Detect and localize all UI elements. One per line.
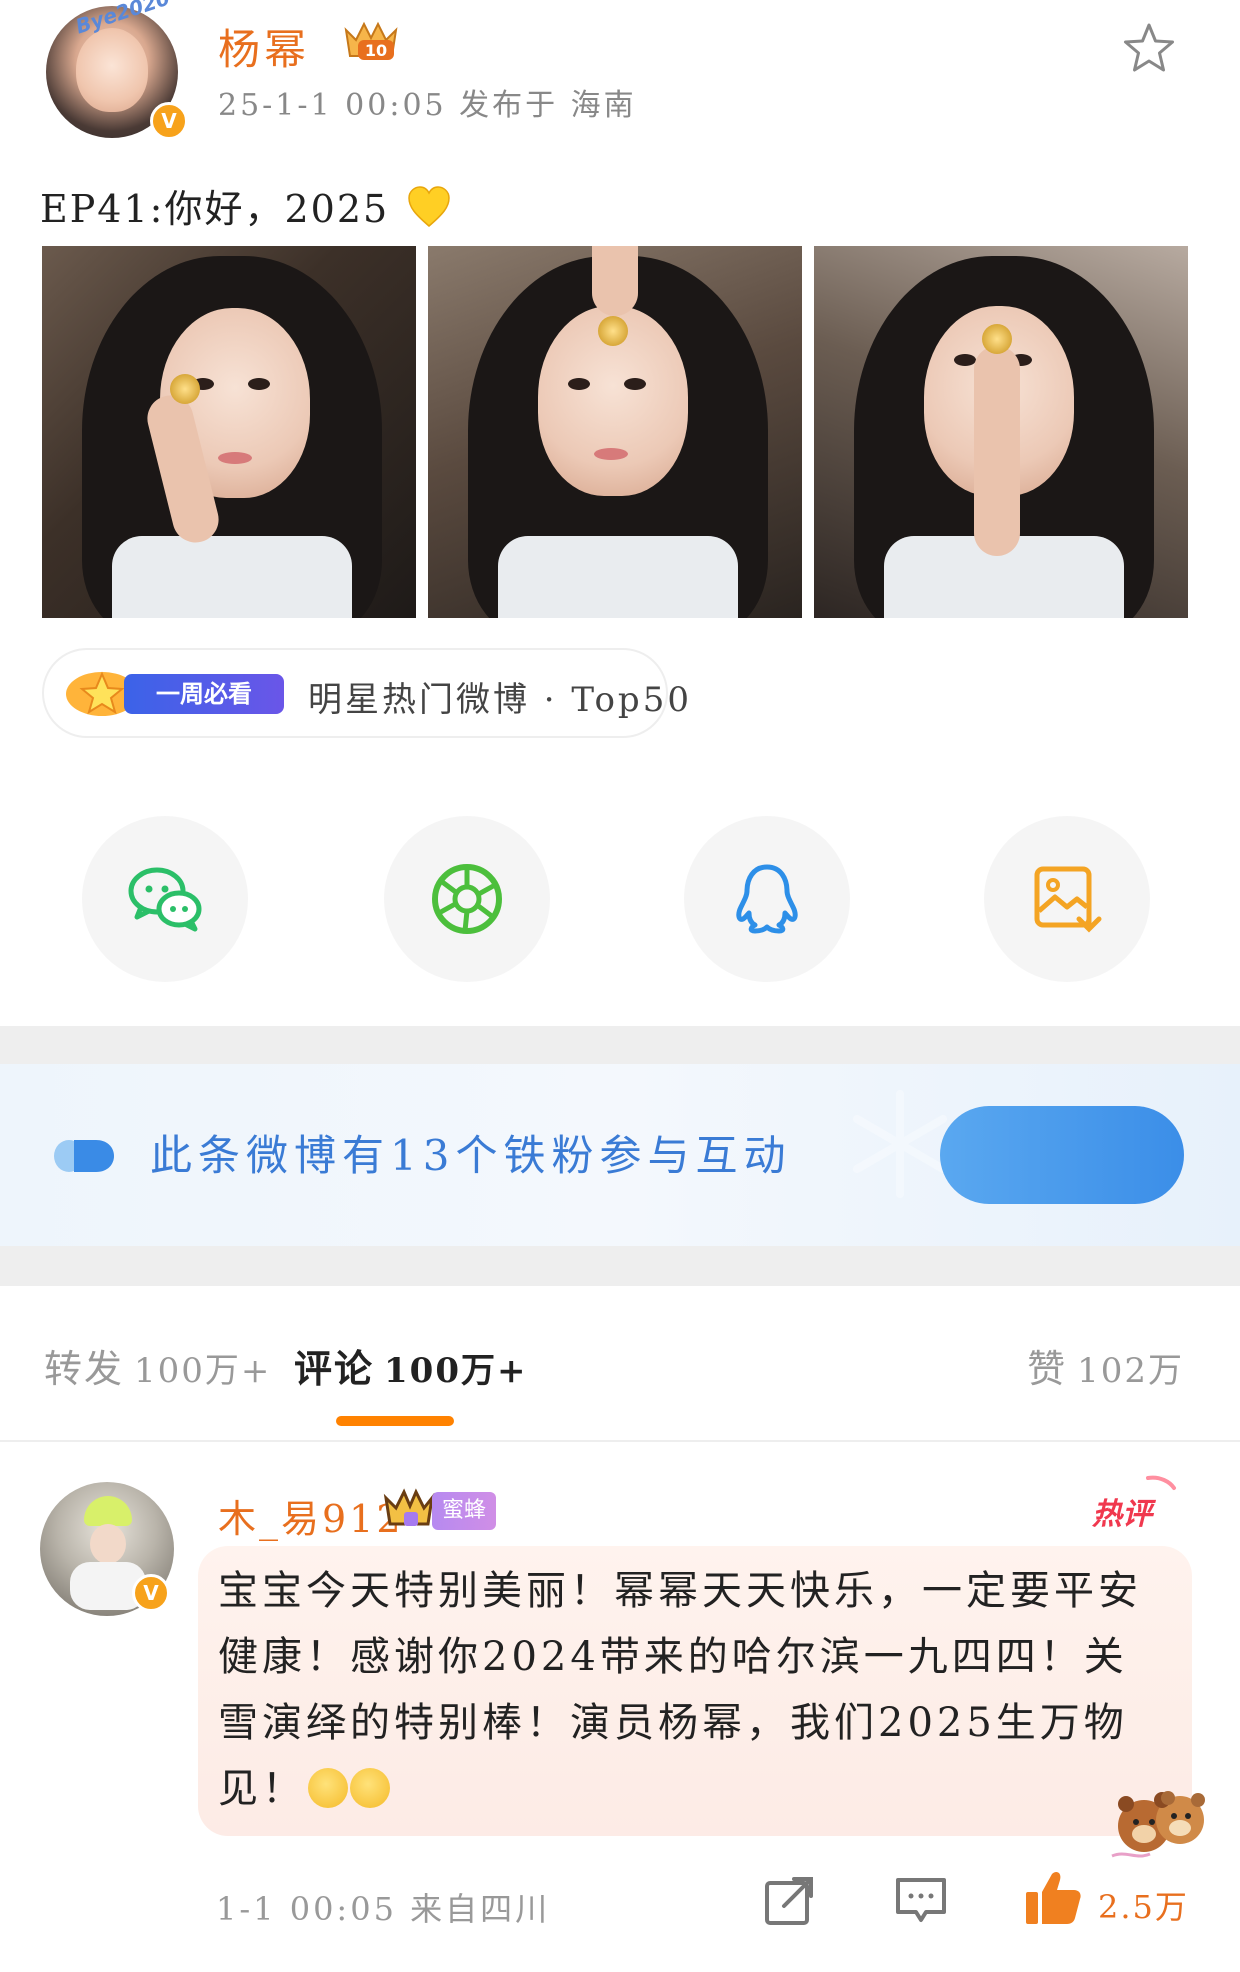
verified-badge-icon: V bbox=[132, 1574, 170, 1612]
photo-dress bbox=[112, 536, 352, 618]
hot-comment-tag: 热评 bbox=[1091, 1475, 1176, 1532]
tab-comment-label: 评论 bbox=[294, 1346, 375, 1391]
section-divider bbox=[0, 1246, 1240, 1286]
weekly-must-see-badge: 一周必看 bbox=[66, 671, 284, 716]
svg-text:热评: 热评 bbox=[1091, 1497, 1157, 1532]
photo-hand bbox=[974, 346, 1020, 556]
iron-fans-text: 此条微博有13个铁粉参与互动 bbox=[150, 1131, 792, 1180]
tab-repost-label: 转发 bbox=[44, 1347, 125, 1391]
avatar-face bbox=[90, 1524, 126, 1564]
hot-ranking-pill[interactable]: 一周必看 明星热门微博 · Top50 bbox=[42, 648, 689, 738]
fan-group-badge: 蜜蜂 bbox=[432, 1492, 497, 1530]
tab-like[interactable]: 赞 102万 bbox=[1027, 1338, 1184, 1393]
active-tab-indicator bbox=[336, 1416, 454, 1426]
share-moments-button[interactable] bbox=[384, 816, 550, 982]
photo-grid bbox=[42, 246, 1188, 618]
photo-eye bbox=[624, 378, 646, 390]
tab-comment-count: 100万+ bbox=[384, 1351, 528, 1391]
wechat-icon bbox=[128, 867, 202, 932]
qq-icon bbox=[736, 864, 798, 934]
interaction-tabs: 转发 100万+ 评论 100万+ 赞 102万 bbox=[0, 1286, 1240, 1442]
avatar-face bbox=[76, 28, 148, 112]
post-header: Bye2020 V 杨幂 10 25-1-1 00:05 发布于 海南 bbox=[40, 0, 1200, 160]
like-thumb-icon[interactable] bbox=[1022, 1868, 1084, 1928]
crown-icon bbox=[383, 1488, 435, 1526]
post-text: EP41:你好，2025 bbox=[40, 178, 451, 233]
svg-text:一周必看: 一周必看 bbox=[156, 680, 252, 708]
photo-eye bbox=[568, 378, 590, 390]
comment-meta: 1-1 00:05 来自四川 bbox=[216, 1890, 551, 1928]
photo-charm bbox=[982, 324, 1012, 354]
verified-badge-icon: V bbox=[150, 102, 188, 140]
tab-like-label: 赞 bbox=[1027, 1347, 1068, 1391]
save-image-icon bbox=[1034, 866, 1102, 933]
hot-ranking-text: 明星热门微博 · Top50 bbox=[308, 680, 692, 720]
tab-like-count: 102万 bbox=[1077, 1351, 1184, 1391]
favorite-star-icon[interactable] bbox=[1120, 20, 1178, 78]
reply-comment-icon[interactable] bbox=[894, 1874, 948, 1928]
post-photo-1[interactable] bbox=[42, 246, 416, 618]
fans-icon bbox=[54, 1140, 114, 1172]
bear-sticker-icon bbox=[1111, 1791, 1205, 1858]
comment-item: V 木_易912 蜜蜂 热评 宝宝今天特别美丽！幂幂天天快乐，一定要平安健康！感… bbox=[0, 1444, 1240, 1972]
post-meta: 25-1-1 00:05 发布于 海南 bbox=[218, 88, 637, 123]
iron-fans-button[interactable] bbox=[940, 1106, 1184, 1204]
yellow-heart-icon bbox=[408, 186, 451, 227]
tab-repost[interactable]: 转发 100万+ bbox=[44, 1338, 271, 1393]
save-image-button[interactable] bbox=[984, 816, 1150, 982]
tab-comment[interactable]: 评论 100万+ bbox=[294, 1338, 527, 1393]
photo-dress bbox=[498, 536, 738, 618]
photo-hand bbox=[592, 246, 638, 316]
commenter-avatar[interactable]: V bbox=[40, 1482, 174, 1616]
share-qq-button[interactable] bbox=[684, 816, 850, 982]
post-photo-3[interactable] bbox=[814, 246, 1188, 618]
svg-text:10: 10 bbox=[365, 41, 387, 60]
avatar-hat bbox=[84, 1496, 132, 1526]
photo-lips bbox=[594, 448, 628, 460]
comment-text: 宝宝今天特别美丽！幂幂天天快乐，一定要平安健康！感谢你2024带来的哈尔滨一九四… bbox=[218, 1558, 1148, 1822]
tab-repost-count: 100万+ bbox=[134, 1351, 272, 1391]
iron-fans-banner[interactable]: 此条微博有13个铁粉参与互动 bbox=[0, 1064, 1240, 1246]
share-comment-icon[interactable] bbox=[762, 1874, 816, 1928]
post-photo-2[interactable] bbox=[428, 246, 802, 618]
author-name[interactable]: 杨幂 bbox=[218, 16, 310, 77]
photo-charm bbox=[598, 316, 628, 346]
share-wechat-button[interactable] bbox=[82, 816, 248, 982]
vip-crown-icon: 10 bbox=[344, 21, 398, 60]
photo-eye bbox=[248, 378, 270, 390]
post-text-content: EP41:你好，2025 bbox=[40, 187, 390, 231]
photo-charm bbox=[170, 374, 200, 404]
share-row bbox=[0, 816, 1240, 982]
author-avatar[interactable]: Bye2020 V bbox=[46, 0, 188, 140]
commenter-name[interactable]: 木_易912 bbox=[218, 1488, 404, 1543]
kissing-emoji-icon bbox=[350, 1768, 390, 1808]
comment-like-count: 2.5万 bbox=[1098, 1888, 1189, 1926]
photo-eye bbox=[954, 354, 976, 366]
kissing-emoji-icon bbox=[308, 1768, 348, 1808]
moments-icon bbox=[432, 864, 502, 934]
photo-lips bbox=[218, 452, 252, 464]
section-divider bbox=[0, 1026, 1240, 1064]
